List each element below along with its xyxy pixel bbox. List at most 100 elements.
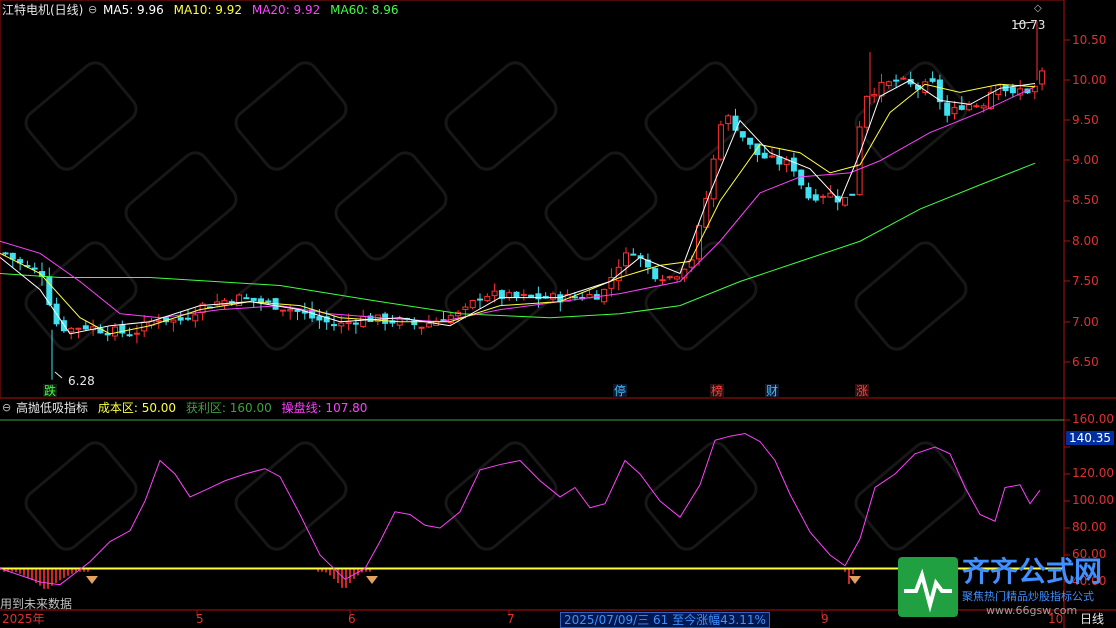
candle[interactable]	[951, 100, 958, 120]
ma-legend: MA5: 9.96 MA10: 9.92 MA20: 9.92 MA60: 8.…	[103, 3, 399, 17]
candle[interactable]	[812, 188, 819, 203]
candle[interactable]	[82, 321, 89, 332]
candle[interactable]	[506, 289, 513, 301]
candle[interactable]	[776, 148, 783, 171]
candle[interactable]	[601, 288, 608, 305]
candle[interactable]	[119, 320, 126, 338]
future-data-note: 用到未来数据	[0, 597, 73, 611]
candle[interactable]	[440, 311, 447, 322]
indicator-name[interactable]: 高抛低吸指标	[16, 401, 88, 415]
event-tag-rise[interactable]: 涨	[855, 384, 870, 398]
candle[interactable]	[849, 193, 856, 196]
profit-zone-label: 获利区: 160.00	[185, 401, 272, 415]
price-axis-label: 9.00	[1072, 153, 1099, 167]
candle[interactable]	[871, 87, 878, 103]
high-price-label: 10.73	[1011, 18, 1046, 32]
candle[interactable]	[593, 290, 600, 300]
candle[interactable]	[747, 137, 754, 150]
candle[interactable]	[185, 309, 191, 322]
candle[interactable]	[995, 84, 1002, 101]
collapse-icon[interactable]: ⊖	[88, 3, 97, 17]
candle[interactable]	[469, 299, 476, 310]
candle[interactable]	[790, 152, 797, 177]
candle[interactable]	[820, 194, 827, 205]
candle[interactable]	[345, 313, 352, 331]
candle[interactable]	[717, 120, 724, 162]
candle[interactable]	[1017, 80, 1024, 101]
candle[interactable]	[936, 74, 943, 110]
candle[interactable]	[900, 75, 907, 80]
candle[interactable]	[243, 293, 250, 300]
candle[interactable]	[418, 326, 425, 335]
brand-name: 齐齐公式网	[962, 555, 1103, 588]
candle[interactable]	[513, 291, 520, 301]
candle[interactable]	[1002, 84, 1009, 97]
candle[interactable]	[148, 317, 155, 329]
candle[interactable]	[250, 297, 257, 308]
candle[interactable]	[944, 95, 951, 123]
candle[interactable]	[477, 293, 483, 309]
low-price-label: 6.28	[68, 374, 95, 388]
candle[interactable]	[805, 182, 812, 201]
candle[interactable]	[338, 315, 345, 334]
kline-chart[interactable]	[0, 0, 1116, 628]
candle[interactable]	[922, 78, 929, 96]
candle[interactable]	[155, 314, 162, 329]
time-axis-label: 7	[507, 612, 515, 626]
price-axis-label: 8.00	[1072, 234, 1099, 248]
candle[interactable]	[929, 71, 936, 84]
candle[interactable]	[279, 309, 286, 317]
candle[interactable]	[331, 315, 337, 331]
candle[interactable]	[309, 301, 316, 322]
candle[interactable]	[652, 267, 659, 282]
candle[interactable]	[666, 275, 673, 281]
indicator-axis-label: 100.00	[1072, 493, 1114, 507]
candle[interactable]	[294, 308, 301, 321]
candle[interactable]	[798, 169, 805, 190]
candle[interactable]	[644, 253, 651, 274]
candle[interactable]	[199, 301, 206, 321]
candle[interactable]	[550, 291, 556, 302]
period-selector[interactable]: 日线	[1080, 612, 1104, 626]
candle[interactable]	[827, 185, 834, 198]
event-tag-financial[interactable]: 财	[765, 384, 780, 398]
candle[interactable]	[484, 293, 491, 303]
event-tag-dragon-list[interactable]: 榜	[710, 384, 725, 398]
candle[interactable]	[630, 248, 637, 256]
candle[interactable]	[637, 252, 644, 267]
ma20-label: MA20: 9.92	[251, 3, 321, 17]
candle[interactable]	[885, 80, 892, 89]
candle[interactable]	[520, 289, 527, 301]
event-tag-limit-down[interactable]: 跌	[43, 384, 58, 398]
candle[interactable]	[177, 312, 184, 325]
candle[interactable]	[674, 275, 681, 283]
time-axis-label: 5	[196, 612, 204, 626]
candle[interactable]	[126, 327, 133, 337]
candle[interactable]	[725, 113, 732, 131]
candle[interactable]	[842, 196, 848, 207]
candle[interactable]	[90, 319, 97, 336]
candle[interactable]	[907, 71, 914, 88]
stock-title[interactable]: 江特电机(日线)	[2, 3, 83, 17]
candle[interactable]	[659, 274, 666, 286]
candle[interactable]	[893, 74, 900, 89]
candle[interactable]	[739, 131, 746, 142]
candle[interactable]	[411, 317, 418, 330]
candle[interactable]	[141, 314, 148, 338]
price-axis-label: 6.50	[1072, 355, 1099, 369]
candle[interactable]	[761, 145, 768, 159]
candle[interactable]	[1039, 67, 1046, 91]
candle[interactable]	[447, 312, 454, 325]
indicator-collapse-icon[interactable]: ⊖	[2, 401, 11, 415]
candle[interactable]	[863, 95, 870, 132]
candle[interactable]	[170, 319, 177, 332]
candle[interactable]	[966, 101, 973, 112]
price-axis-label: 10.00	[1072, 73, 1107, 87]
candle[interactable]	[608, 268, 615, 297]
candle[interactable]	[703, 190, 710, 230]
candle[interactable]	[973, 103, 980, 108]
event-tag-limit-up[interactable]: 停	[613, 384, 628, 398]
buy-zone-bars	[3, 568, 89, 589]
ma60-label: MA60: 8.96	[330, 3, 399, 17]
ma10-label: MA10: 9.92	[173, 3, 243, 17]
